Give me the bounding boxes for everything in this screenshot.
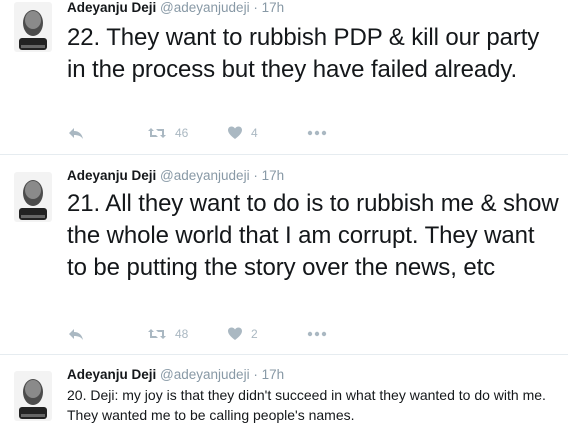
more-button[interactable] [307,130,337,136]
tweet-text: 20. Deji: my joy is that they didn't suc… [67,387,546,423]
heart-icon [228,327,242,340]
tweet-actions: 46 4 [67,124,337,142]
tweet-text: 21. All they want to do is to rubbish me… [67,190,559,281]
tweet-header: Adeyanju Deji @adeyanjudeji · 17h [67,0,284,16]
tweet[interactable]: Adeyanju Deji @adeyanjudeji · 17h 22. Th… [0,0,568,155]
heart-icon [228,126,242,139]
retweet-button[interactable]: 46 [147,125,227,141]
reply-icon [69,329,83,340]
reply-button[interactable] [67,125,147,141]
separator-dot: · [253,168,258,183]
author-name[interactable]: Adeyanju Deji [67,0,156,15]
tweet-time[interactable]: 17h [262,168,285,183]
author-handle[interactable]: @adeyanjudeji [160,168,250,183]
like-button[interactable]: 2 [227,326,307,342]
retweet-icon [148,329,166,339]
author-name[interactable]: Adeyanju Deji [67,168,156,183]
tweet-time[interactable]: 17h [262,0,285,15]
retweet-button[interactable]: 48 [147,326,227,342]
reply-icon [69,128,83,139]
separator-dot: · [253,0,258,15]
retweet-count: 48 [175,327,189,341]
reply-button[interactable] [67,326,147,342]
tweet[interactable]: Adeyanju Deji @adeyanjudeji · 17h 21. Al… [0,155,568,355]
retweet-icon [148,128,166,138]
like-count: 4 [251,126,258,140]
more-icon [307,130,327,136]
avatar-image [14,172,52,222]
author-name[interactable]: Adeyanju Deji [67,367,156,382]
like-button[interactable]: 4 [227,125,307,141]
avatar[interactable] [14,172,52,222]
avatar[interactable] [14,2,52,52]
tweet-time[interactable]: 17h [262,367,285,382]
avatar-image [14,371,52,421]
tweet-header: Adeyanju Deji @adeyanjudeji · 17h [67,168,284,184]
avatar[interactable] [14,371,52,421]
separator-dot: · [253,367,258,382]
author-handle[interactable]: @adeyanjudeji [160,0,250,15]
retweet-count: 46 [175,126,189,140]
more-icon [307,331,327,337]
tweet[interactable]: Adeyanju Deji @adeyanjudeji · 17h 20. De… [0,355,568,437]
tweet-text: 22. They want to rubbish PDP & kill our … [67,24,540,83]
more-button[interactable] [307,331,337,337]
author-handle[interactable]: @adeyanjudeji [160,367,250,382]
tweet-actions: 48 2 [67,325,337,343]
tweet-feed: Adeyanju Deji @adeyanjudeji · 17h 22. Th… [0,0,568,437]
like-count: 2 [251,327,258,341]
tweet-header: Adeyanju Deji @adeyanjudeji · 17h [67,367,284,383]
avatar-image [14,2,52,52]
